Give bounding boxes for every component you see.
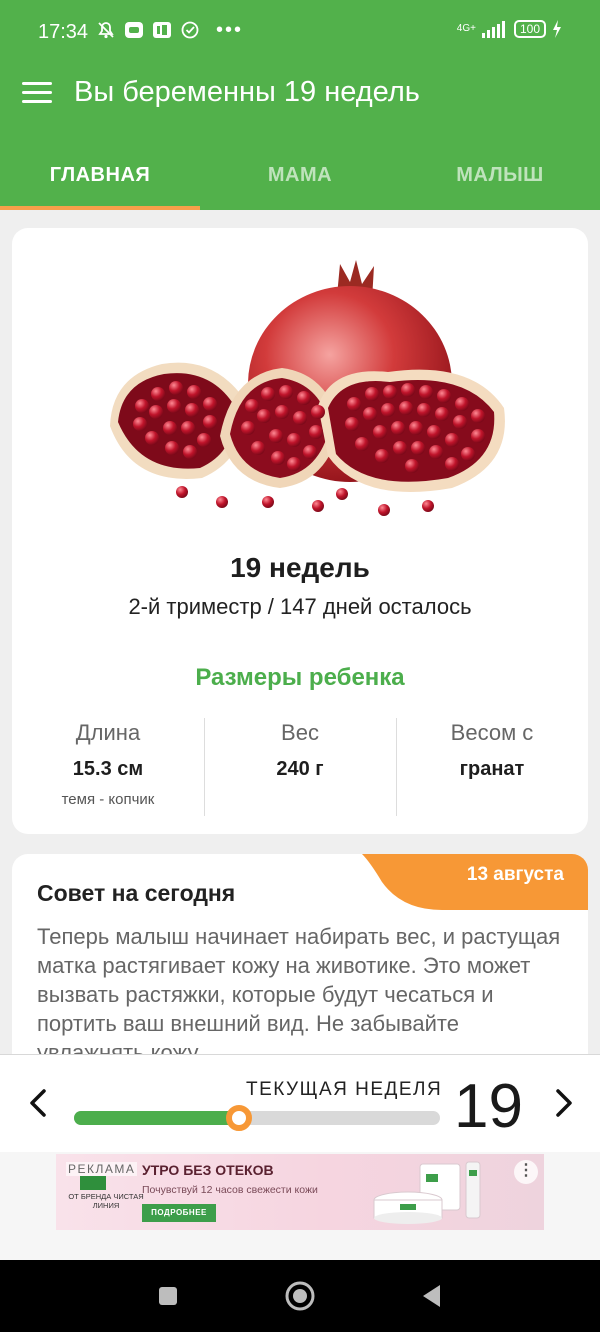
stat-weight: Вес 240 г <box>204 716 396 818</box>
week-progress-slider[interactable] <box>74 1105 440 1131</box>
home-icon[interactable] <box>284 1280 316 1312</box>
weeks-title: 19 недель <box>230 552 370 583</box>
stat-label: Весом с <box>450 720 534 745</box>
muted-alarm-icon <box>98 22 114 39</box>
week-selector: ТЕКУЩАЯ НЕДЕЛЯ 19 <box>0 1054 600 1152</box>
week-info-card: 19 недель 2-й триместр / 147 дней остало… <box>12 228 588 834</box>
chevron-right-icon[interactable] <box>548 1083 578 1123</box>
network-type: 4G+ <box>456 23 476 34</box>
tab-baby[interactable]: МАЛЫШ <box>400 152 600 210</box>
signal-icon <box>481 21 505 38</box>
stat-value: 240 г <box>276 758 324 780</box>
status-right: 4G+ 100 <box>457 20 562 38</box>
tab-main[interactable]: ГЛАВНАЯ <box>0 152 200 210</box>
battery-icon: 100 <box>513 20 546 38</box>
tab-mom[interactable]: МАМА <box>200 152 400 210</box>
stat-sub: темя - копчик <box>61 791 155 808</box>
baby-stats: Длина 15.3 см темя - копчик Вес 240 г Ве… <box>12 716 588 818</box>
ad-area: РЕКЛАМА ОТ БРЕНДА ЧИСТАЯ ЛИНИЯ УТРО БЕЗ … <box>0 1152 600 1260</box>
week-slider-handle[interactable] <box>225 1105 252 1131</box>
ad-tag: РЕКЛАМА <box>66 1162 138 1176</box>
mail-app-icon <box>125 22 143 38</box>
brand-logo <box>80 1176 106 1190</box>
tip-title: Совет на сегодня <box>37 880 236 906</box>
more-dots-icon: ••• <box>216 19 244 41</box>
status-icons: ••• <box>96 20 243 40</box>
cosmetic-products-image <box>373 1161 481 1224</box>
ad-banner[interactable]: РЕКЛАМА ОТ БРЕНДА ЧИСТАЯ ЛИНИЯ УТРО БЕЗ … <box>56 1154 544 1230</box>
check-circle-icon <box>181 21 199 39</box>
tip-text: Теперь малыш начинает набирать вес, и ра… <box>37 924 561 1065</box>
system-nav-bar <box>0 1260 600 1332</box>
app-bar: Вы беременны 19 недель ГЛАВНАЯ МАМА МАЛЫ… <box>0 60 600 210</box>
current-week-label: ТЕКУЩАЯ НЕДЕЛЯ <box>246 1079 443 1100</box>
charging-icon <box>553 20 561 38</box>
back-icon[interactable] <box>416 1280 448 1312</box>
ad-brand: ОТ БРЕНДА ЧИСТАЯ ЛИНИЯ <box>68 1192 144 1210</box>
trimester-info: 2-й триместр / 147 дней осталось <box>128 594 472 619</box>
ad-more-button[interactable]: ПОДРОБНЕЕ <box>142 1204 216 1222</box>
stat-compare: Весом с гранат <box>396 716 588 818</box>
week-progress-fill <box>74 1111 239 1125</box>
stat-value: 15.3 см <box>72 758 144 780</box>
stat-label: Длина <box>75 720 141 745</box>
baby-sizes-title: Размеры ребенка <box>195 664 405 691</box>
recent-apps-icon[interactable] <box>152 1280 184 1312</box>
stat-length: Длина 15.3 см темя - копчик <box>12 716 204 818</box>
current-week-number: 19 <box>454 1072 523 1141</box>
page-title: Вы беременны 19 недель <box>74 76 420 108</box>
pomegranate-illustration <box>110 260 505 516</box>
ad-headline: УТРО БЕЗ ОТЕКОВ <box>142 1162 274 1178</box>
tab-bar: ГЛАВНАЯ МАМА МАЛЫШ <box>0 152 600 210</box>
ad-subtext: Почувствуй 12 часов свежести кожи <box>142 1184 318 1196</box>
hamburger-menu-icon[interactable] <box>22 82 52 106</box>
status-bar: 17:34 ••• 4G+ 100 <box>0 0 600 60</box>
chevron-left-icon[interactable] <box>24 1083 54 1123</box>
status-time: 17:34 <box>38 21 89 43</box>
office-app-icon <box>153 22 171 38</box>
ad-options-icon[interactable]: ⋮ <box>514 1160 538 1184</box>
stat-label: Вес <box>281 720 319 745</box>
stat-value: гранат <box>459 758 525 780</box>
tip-date: 13 августа <box>466 864 564 885</box>
